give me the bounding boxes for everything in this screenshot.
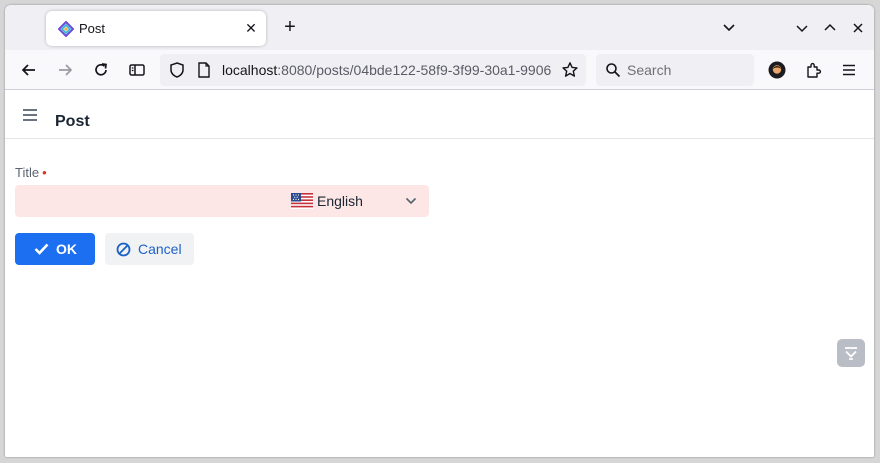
us-flag-icon	[291, 193, 313, 209]
new-tab-icon[interactable]: +	[279, 17, 301, 39]
cancel-button[interactable]: Cancel	[105, 233, 194, 265]
jmix-logo-icon	[58, 21, 74, 37]
app-header: Post	[5, 91, 874, 139]
ban-icon	[116, 242, 131, 257]
ok-button[interactable]: OK	[15, 233, 95, 265]
reader-view-icon[interactable]	[128, 61, 146, 79]
url-path: :8080/posts/04bde122-58f9-3f99-30a1-9906	[277, 62, 552, 78]
close-window-icon[interactable]	[849, 19, 867, 37]
reload-icon[interactable]	[92, 61, 110, 79]
required-indicator: •	[42, 165, 47, 180]
extensions-puzzle-icon[interactable]	[804, 61, 822, 79]
tab-title: Post	[79, 21, 106, 36]
close-tab-icon[interactable]: ✕	[243, 20, 259, 36]
url-host: localhost	[222, 62, 278, 78]
minimize-icon[interactable]	[793, 19, 811, 37]
forward-arrow-icon[interactable]	[56, 61, 74, 79]
account-avatar-icon[interactable]	[768, 61, 786, 79]
shield-icon[interactable]	[168, 61, 186, 79]
chevron-down-icon	[405, 197, 417, 205]
browser-window: Post ✕ + localhost:8080/posts/04bde122-5…	[5, 5, 874, 457]
browser-tab[interactable]: Post ✕	[46, 11, 266, 46]
title-label-text: Title	[15, 165, 40, 180]
address-bar[interactable]: localhost:8080/posts/04bde122-58f9-3f99-…	[160, 54, 586, 86]
maximize-icon[interactable]	[821, 19, 839, 37]
page-content: Post Title • English OK Cancel	[5, 91, 874, 457]
language-selector[interactable]: English	[15, 185, 429, 217]
page-info-icon[interactable]	[195, 61, 213, 79]
menu-icon[interactable]	[21, 107, 39, 123]
app-menu-icon[interactable]	[840, 61, 858, 79]
cancel-button-label: Cancel	[138, 241, 182, 257]
page-title: Post	[55, 113, 90, 130]
chevron-funnel-icon	[845, 347, 857, 360]
search-bar[interactable]: Search	[596, 54, 754, 86]
url-text: localhost:8080/posts/04bde122-58f9-3f99-…	[222, 62, 557, 78]
back-arrow-icon[interactable]	[20, 61, 38, 79]
ok-button-label: OK	[56, 241, 77, 257]
navigation-toolbar: localhost:8080/posts/04bde122-58f9-3f99-…	[5, 50, 874, 90]
language-label: English	[317, 193, 363, 209]
search-placeholder: Search	[627, 62, 672, 78]
dev-tools-widget[interactable]	[837, 339, 865, 367]
checkmark-icon	[34, 243, 49, 255]
bookmark-star-icon[interactable]	[561, 61, 579, 79]
list-all-tabs-icon[interactable]	[720, 19, 738, 37]
search-icon	[606, 63, 621, 78]
tab-strip: Post ✕ +	[5, 5, 874, 50]
title-field-label: Title •	[15, 165, 47, 180]
